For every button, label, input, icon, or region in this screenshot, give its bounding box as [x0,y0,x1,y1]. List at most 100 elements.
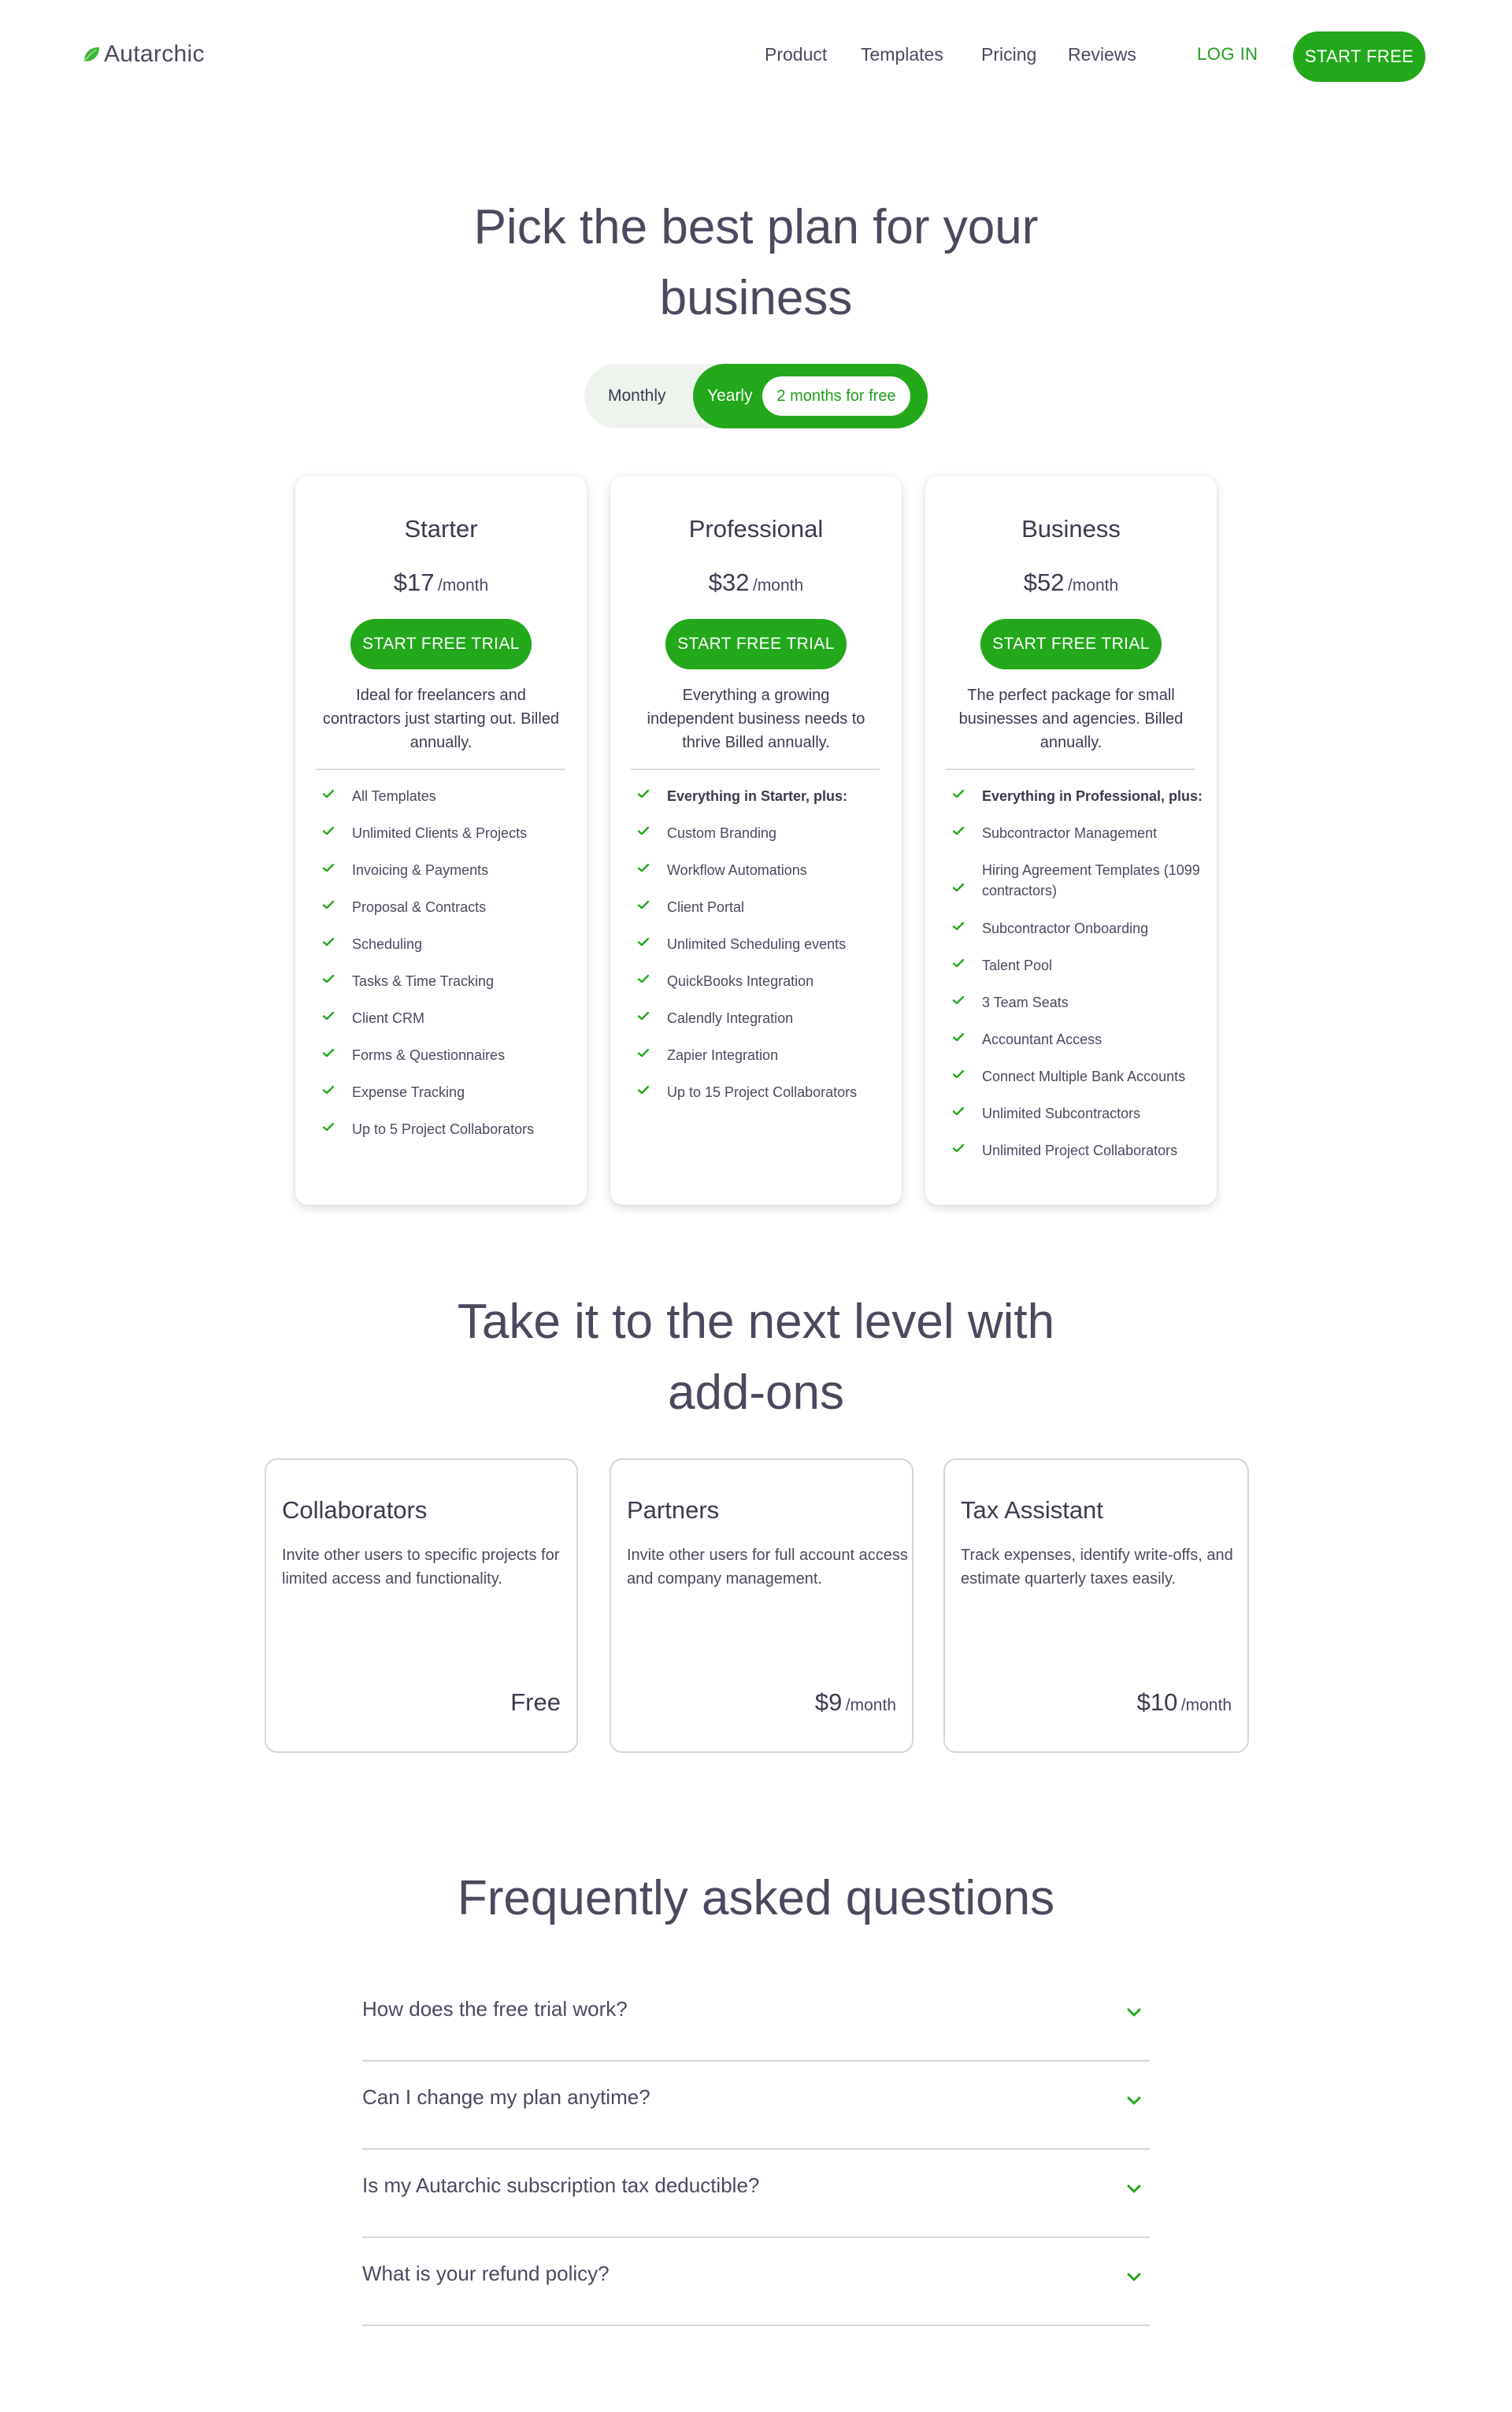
plan-card-professional: Professional $32 /month START FREE TRIAL… [610,476,902,1205]
start-trial-button[interactable]: START FREE TRIAL [665,619,847,669]
check-icon [952,1068,968,1084]
pricing-title: Pick the best plan for your business [0,192,1512,334]
faq-item[interactable]: What is your refund policy? [362,2238,1150,2326]
addon-card-partners[interactable]: Partners Invite other users for full acc… [610,1458,914,1753]
addon-price-period: /month [1180,1696,1232,1714]
addons-title: Take it to the next level with add-ons [0,1287,1512,1428]
plan-description: The perfect package for small businesses… [958,687,1184,751]
toggle-monthly[interactable]: Monthly [608,364,666,428]
faq-item[interactable]: Is my Autarchic subscription tax deducti… [362,2150,1150,2238]
addon-price: $9 /month [815,1688,896,1717]
check-icon [637,973,653,988]
addon-title: Partners [627,1496,720,1524]
plan-card-business: Business $52 /month START FREE TRIAL The… [925,476,1217,1205]
feature-item: Invoicing & Payments [322,860,574,897]
billing-toggle[interactable]: Monthly Yearly 2 months for free [584,364,928,428]
feature-item: Client CRM [322,1008,574,1045]
feature-item: QuickBooks Integration [637,971,889,1008]
start-trial-button[interactable]: START FREE TRIAL [350,619,532,669]
feature-list: Everything in Starter, plus: Custom Brand… [637,786,889,1119]
chevron-down-icon[interactable] [1125,2003,1143,2022]
start-free-button[interactable]: START FREE [1293,31,1425,82]
feature-label: QuickBooks Integration [667,973,814,989]
plan-price-amount: $52 [1023,569,1065,596]
plan-price: $52 /month [925,569,1217,597]
plan-name: Starter [404,515,478,543]
feature-item: Expense Tracking [322,1082,574,1119]
feature-label: Forms & Questionnaires [352,1047,506,1063]
feature-item: Everything in Professional, plus: [952,786,1204,823]
feature-item: All Templates [322,786,574,823]
feature-item: Forms & Questionnaires [322,1045,574,1082]
check-icon [952,957,968,973]
chevron-down-icon[interactable] [1125,2092,1143,2110]
nav-reviews[interactable]: Reviews [1068,44,1136,65]
faq-item[interactable]: Can I change my plan anytime? [362,2062,1150,2150]
feature-item: Hiring Agreement Templates (1099 contrac… [952,860,1204,918]
check-icon [637,861,653,877]
feature-label: Accountant Access [982,1032,1102,1047]
logo-text: Autarchic [104,41,205,67]
plan-price-period: /month [437,576,489,595]
plan-price: $32 /month [610,569,902,597]
plan-description: Everything a growing independent busines… [647,687,865,751]
feature-item: Proposal & Contracts [322,897,574,934]
feature-list: All Templates Unlimited Clients & Project… [322,786,574,1156]
check-icon [322,861,338,877]
faq-item[interactable]: How does the free trial work? [362,1973,1150,2062]
nav-pricing[interactable]: Pricing [981,44,1036,65]
feature-item: Calendly Integration [637,1008,889,1045]
feature-label: Unlimited Project Collaborators [982,1143,1178,1158]
feature-label: Client Portal [667,899,745,915]
feature-label: Invoicing & Payments [352,862,489,878]
toggle-yearly-label: Yearly [707,387,753,405]
check-icon [637,898,653,914]
nav-product[interactable]: Product [765,44,827,65]
faq-question: Is my Autarchic subscription tax deducti… [362,2173,760,2197]
faq-question: How does the free trial work? [362,1997,628,2021]
check-icon [952,787,968,803]
discount-badge: 2 months for free [762,376,910,416]
addon-title: Tax Assistant [961,1496,1103,1524]
feature-label: Everything in Professional, plus: [982,788,1203,804]
feature-item: Everything in Starter, plus: [637,786,889,823]
addon-description: Track expenses, identify write-offs, and… [961,1547,1233,1588]
login-link[interactable]: LOG IN [1197,44,1258,65]
plan-card-starter: Starter $17 /month START FREE TRIAL Idea… [295,476,587,1205]
plan-price-amount: $32 [708,569,750,596]
divider [316,769,565,770]
check-icon [322,898,338,914]
addon-card-collaborators[interactable]: Collaborators Invite other users to spec… [265,1458,578,1753]
chevron-down-icon[interactable] [1125,2180,1143,2199]
check-icon [637,1010,653,1025]
check-icon [637,1084,653,1099]
check-icon [322,1010,338,1025]
addon-description: Invite other users to specific projects … [282,1547,560,1588]
addon-price-period: /month [845,1696,896,1714]
feature-item: Talent Pool [952,955,1204,992]
feature-item: Workflow Automations [637,860,889,897]
feature-label: Up to 15 Project Collaborators [667,1084,858,1100]
addons-title-line1: Take it to the next level with [457,1295,1055,1349]
chevron-down-icon[interactable] [1125,2268,1143,2287]
feature-label: Unlimited Scheduling events [667,936,847,952]
pricing-title-line1: Pick the best plan for your [473,200,1039,254]
feature-label: Hiring Agreement Templates (1099 contrac… [982,862,1200,898]
feature-label: Custom Branding [667,825,777,841]
divider [946,769,1195,770]
feature-list: Everything in Professional, plus: Subcont… [952,786,1204,1177]
leaf-icon [83,47,99,62]
feature-label: Client CRM [352,1010,425,1026]
check-icon [952,920,968,936]
logo[interactable]: Autarchic [82,41,205,68]
addon-card-tax-assistant[interactable]: Tax Assistant Track expenses, identify w… [943,1458,1249,1753]
addon-description: Invite other users for full account acce… [627,1547,908,1588]
check-icon [322,973,338,988]
feature-item: Scheduling [322,934,574,971]
nav-templates[interactable]: Templates [861,44,943,65]
toggle-yearly[interactable]: Yearly 2 months for free [693,364,928,428]
feature-item: Unlimited Clients & Projects [322,823,574,860]
addon-price-amount: $9 [814,1688,843,1716]
faq-question: What is your refund policy? [362,2262,610,2285]
start-trial-button[interactable]: START FREE TRIAL [980,619,1162,669]
